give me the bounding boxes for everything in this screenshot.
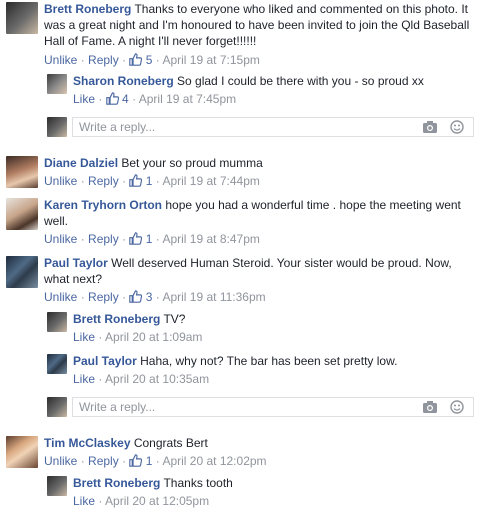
- comment-author[interactable]: Tim McClaskey: [44, 436, 131, 450]
- thumbs-up-icon: [129, 232, 143, 245]
- comment-author[interactable]: Brett Roneberg: [44, 2, 131, 16]
- timestamp[interactable]: April 19 at 11:36pm: [162, 290, 265, 304]
- comment-actions: Unlike · Reply · 1 · April 19 at 8:47pm: [44, 232, 260, 246]
- avatar[interactable]: [6, 436, 38, 468]
- reply-link[interactable]: Reply: [88, 290, 119, 304]
- reply-link[interactable]: Reply: [88, 232, 119, 246]
- comment-body: Paul Taylor Well deserved Human Steroid.…: [44, 255, 476, 287]
- avatar[interactable]: [47, 312, 67, 332]
- like-count[interactable]: 5: [129, 53, 152, 67]
- timestamp[interactable]: April 20 at 10:35am: [105, 372, 209, 386]
- like-count[interactable]: 1: [129, 232, 152, 246]
- unlike-link[interactable]: Unlike: [44, 290, 77, 304]
- avatar[interactable]: [47, 74, 67, 94]
- thumbs-up-icon: [129, 290, 143, 303]
- comment-text: Bet your so proud mumma: [121, 156, 263, 170]
- reply-body: Paul Taylor Haha, why not? The bar has b…: [73, 353, 473, 369]
- reply-placeholder: Write a reply...: [79, 400, 156, 414]
- like-count[interactable]: 1: [129, 174, 152, 188]
- timestamp[interactable]: April 19 at 7:15pm: [162, 53, 259, 67]
- emoji-icon[interactable]: [450, 120, 464, 134]
- emoji-icon[interactable]: [450, 400, 464, 414]
- reply-author[interactable]: Brett Roneberg: [73, 476, 160, 490]
- comment-actions: Unlike · Reply · 5 · April 19 at 7:15pm: [44, 53, 260, 67]
- reply-text: So glad I could be there with you - so p…: [177, 74, 424, 88]
- like-link[interactable]: Like: [73, 494, 95, 508]
- camera-icon[interactable]: [422, 120, 438, 134]
- unlike-link[interactable]: Unlike: [44, 232, 77, 246]
- reply-author[interactable]: Paul Taylor: [73, 354, 137, 368]
- like-count[interactable]: 1: [129, 454, 152, 468]
- reply-text: TV?: [163, 312, 186, 326]
- comment-actions: Unlike · Reply · 3 · April 19 at 11:36pm: [44, 290, 266, 304]
- reply-actions: Like · April 20 at 10:35am: [73, 372, 210, 386]
- avatar: [47, 397, 67, 417]
- comment-text: Congrats Bert: [133, 436, 208, 450]
- timestamp[interactable]: April 20 at 12:02pm: [162, 454, 266, 468]
- comment-author[interactable]: Diane Dalziel: [44, 156, 118, 170]
- reply-author[interactable]: Sharon Roneberg: [73, 74, 174, 88]
- like-link[interactable]: Like: [73, 92, 95, 106]
- avatar[interactable]: [47, 476, 67, 496]
- like-count[interactable]: 3: [129, 290, 152, 304]
- camera-icon[interactable]: [422, 400, 438, 414]
- comment-body: Diane Dalziel Bet your so proud mumma: [44, 155, 484, 171]
- avatar[interactable]: [47, 354, 67, 374]
- avatar: [47, 117, 67, 137]
- reply-body: Sharon Roneberg So glad I could be there…: [73, 73, 473, 89]
- avatar[interactable]: [6, 156, 38, 188]
- reply-actions: Like · April 20 at 1:09am: [73, 330, 203, 344]
- reply-link[interactable]: Reply: [88, 53, 119, 67]
- timestamp[interactable]: April 19 at 7:44pm: [162, 174, 259, 188]
- comment-author[interactable]: Karen Tryhorn Orton: [44, 198, 162, 212]
- reply-body: Brett Roneberg Thanks tooth: [73, 475, 473, 491]
- avatar[interactable]: [6, 2, 38, 34]
- unlike-link[interactable]: Unlike: [44, 454, 77, 468]
- timestamp[interactable]: April 20 at 12:05pm: [105, 494, 209, 508]
- comment-body: Brett Roneberg Thanks to everyone who li…: [44, 1, 484, 49]
- like-link[interactable]: Like: [73, 330, 95, 344]
- thumbs-up-icon: [129, 53, 143, 66]
- reply-actions: Like · 4 · April 19 at 7:45pm: [73, 92, 237, 106]
- reply-link[interactable]: Reply: [88, 454, 119, 468]
- reply-author[interactable]: Brett Roneberg: [73, 312, 160, 326]
- comment-author[interactable]: Paul Taylor: [44, 256, 108, 270]
- reply-text: Thanks tooth: [163, 476, 233, 490]
- thumbs-up-icon: [105, 92, 119, 105]
- reply-input[interactable]: Write a reply...: [72, 117, 474, 137]
- timestamp[interactable]: April 19 at 7:45pm: [139, 92, 236, 106]
- like-link[interactable]: Like: [73, 372, 95, 386]
- reply-text: Haha, why not? The bar has been set pret…: [140, 354, 398, 368]
- reply-input[interactable]: Write a reply...: [72, 397, 474, 417]
- avatar[interactable]: [6, 198, 38, 230]
- timestamp[interactable]: April 19 at 8:47pm: [162, 232, 259, 246]
- comment-body: Karen Tryhorn Orton hope you had a wonde…: [44, 197, 476, 229]
- unlike-link[interactable]: Unlike: [44, 174, 77, 188]
- reply-link[interactable]: Reply: [88, 174, 119, 188]
- unlike-link[interactable]: Unlike: [44, 53, 77, 67]
- thumbs-up-icon: [129, 454, 143, 467]
- reply-placeholder: Write a reply...: [79, 120, 156, 134]
- reply-body: Brett Roneberg TV?: [73, 311, 473, 327]
- like-count[interactable]: 4: [105, 92, 129, 106]
- comment-body: Tim McClaskey Congrats Bert: [44, 435, 484, 451]
- timestamp[interactable]: April 20 at 1:09am: [105, 330, 202, 344]
- thumbs-up-icon: [129, 174, 143, 187]
- comment-actions: Unlike · Reply · 1 · April 19 at 7:44pm: [44, 174, 260, 188]
- comment-actions: Unlike · Reply · 1 · April 20 at 12:02pm: [44, 454, 267, 468]
- avatar[interactable]: [6, 256, 38, 288]
- reply-actions: Like · April 20 at 12:05pm: [73, 494, 210, 508]
